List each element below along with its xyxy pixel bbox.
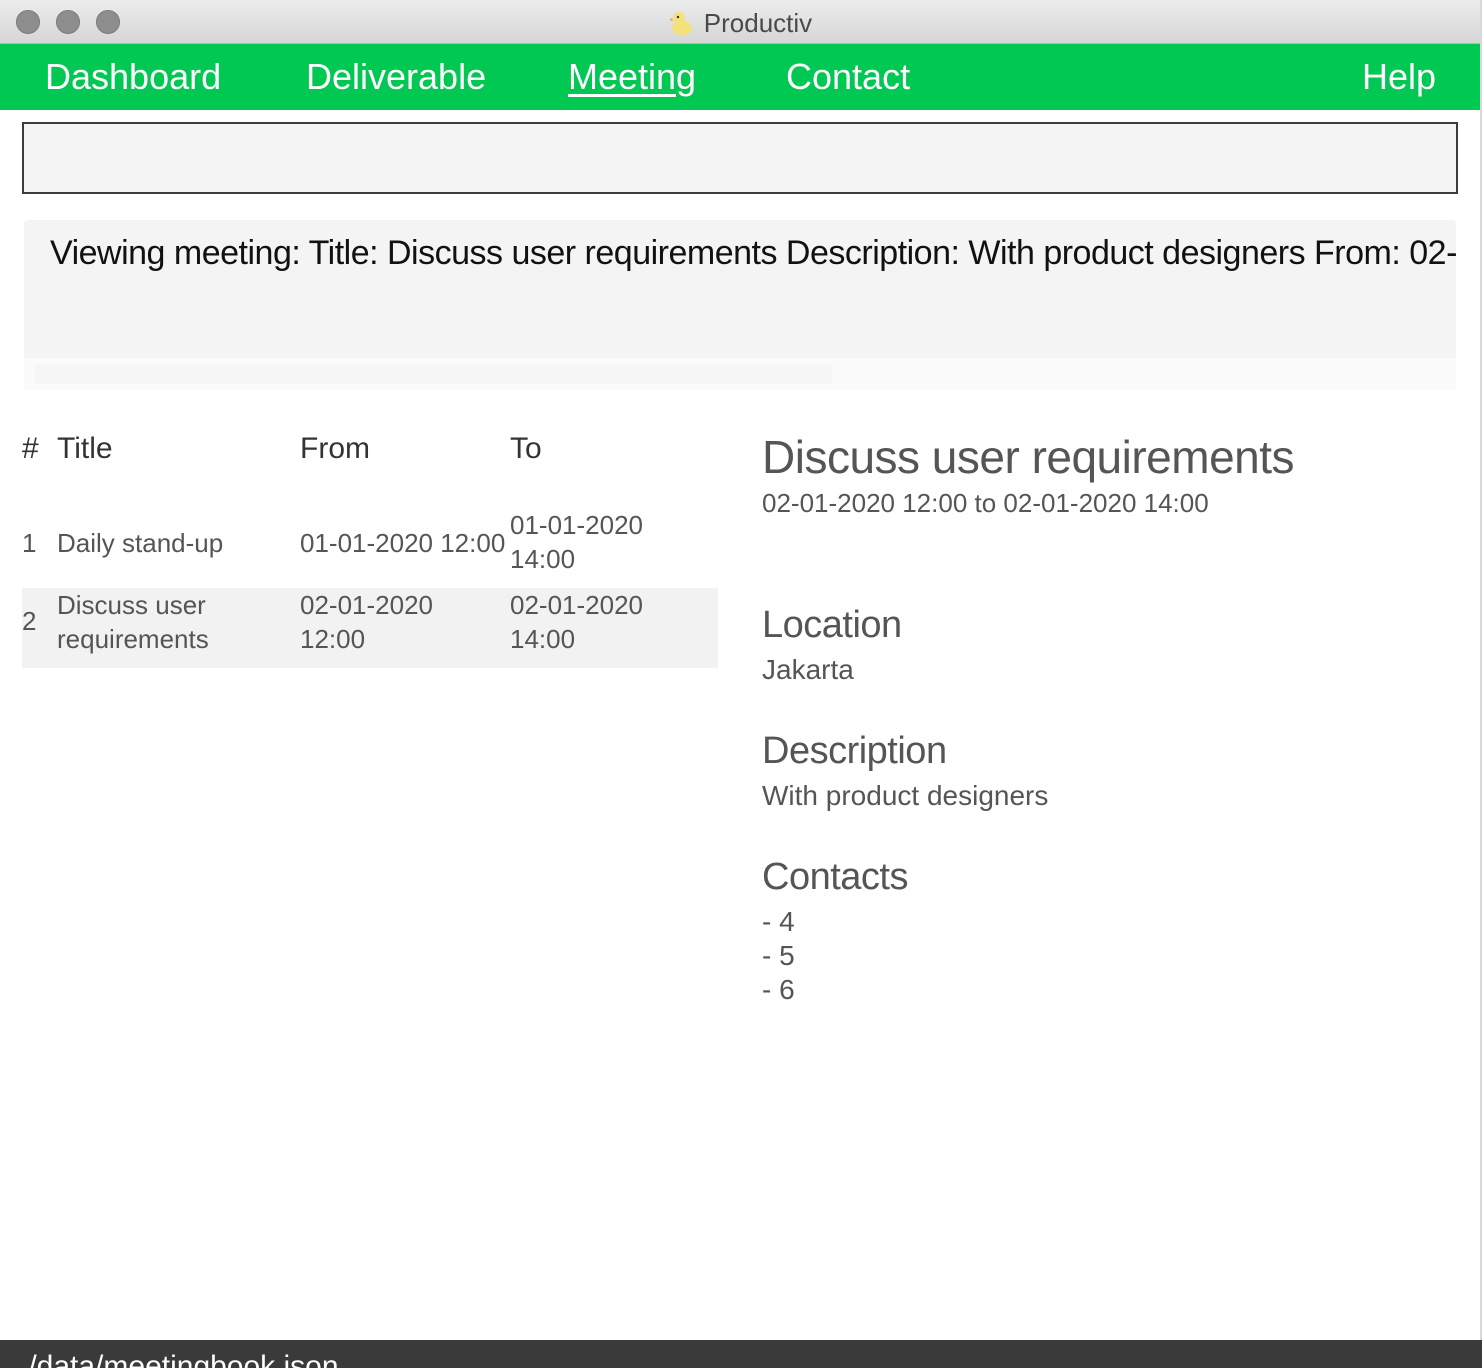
- contact-item: - 4: [762, 906, 795, 937]
- header-to: To: [510, 432, 542, 465]
- contact-item: - 6: [762, 974, 795, 1005]
- row-from: 02-01-2020 12:00: [300, 588, 433, 656]
- row-title: Daily stand-up: [57, 528, 224, 558]
- row-to-date: 02-01-2020: [510, 590, 643, 620]
- table-row-selected[interactable]: 2 Discuss user requirements 02-01-2020 1…: [22, 588, 718, 668]
- navbar: Dashboard Deliverable Meeting Contact He…: [0, 44, 1480, 110]
- row-title-line1: Discuss user: [57, 590, 206, 620]
- header-title: Title: [57, 432, 113, 465]
- header-from: From: [300, 432, 370, 465]
- command-input[interactable]: [22, 122, 1458, 194]
- row-to-time: 14:00: [510, 544, 576, 574]
- result-scrollbar[interactable]: [24, 358, 1456, 390]
- description-heading: Description: [762, 730, 947, 772]
- window-titlebar: Productiv: [0, 0, 1482, 44]
- row-to-date: 01-01-2020: [510, 510, 643, 540]
- location-value: Jakarta: [762, 654, 854, 685]
- result-scrollbar-thumb[interactable]: [34, 364, 832, 384]
- result-text: Viewing meeting: Title: Discuss user req…: [50, 234, 1456, 272]
- row-to: 01-01-2020 14:00: [510, 508, 643, 576]
- nav-help[interactable]: Help: [1362, 56, 1436, 98]
- window-title-text: Productiv: [703, 8, 813, 38]
- result-display: Viewing meeting: Title: Discuss user req…: [24, 220, 1456, 390]
- row-from-date: 02-01-2020: [300, 590, 433, 620]
- nav-dashboard[interactable]: Dashboard: [45, 56, 221, 98]
- header-num: #: [22, 432, 39, 465]
- row-from-time: 12:00: [300, 624, 366, 654]
- row-title-line2: requirements: [57, 624, 209, 654]
- description-value: With product designers: [762, 780, 1049, 811]
- table-row[interactable]: 1 Daily stand-up 01-01-2020 12:00 01-01-…: [22, 506, 718, 584]
- status-bar: ./data/meetingbook.json: [0, 1340, 1482, 1368]
- row-to-time: 14:00: [510, 624, 576, 654]
- status-path: ./data/meetingbook.json: [20, 1350, 339, 1368]
- row-num: 2: [22, 606, 37, 636]
- window-title: Productiv: [0, 8, 1482, 39]
- contact-item: - 5: [762, 940, 795, 971]
- row-to: 02-01-2020 14:00: [510, 588, 643, 656]
- row-title: Discuss user requirements: [57, 588, 209, 656]
- nav-meeting[interactable]: Meeting: [568, 56, 696, 98]
- detail-title: Discuss user requirements: [762, 431, 1295, 483]
- duck-icon: [669, 12, 692, 35]
- row-from: 01-01-2020 12:00: [300, 528, 506, 558]
- location-heading: Location: [762, 604, 902, 646]
- nav-contact[interactable]: Contact: [786, 56, 910, 98]
- nav-deliverable[interactable]: Deliverable: [306, 56, 486, 98]
- row-num: 1: [22, 528, 37, 558]
- detail-time: 02-01-2020 12:00 to 02-01-2020 14:00: [762, 488, 1209, 518]
- contacts-heading: Contacts: [762, 856, 908, 898]
